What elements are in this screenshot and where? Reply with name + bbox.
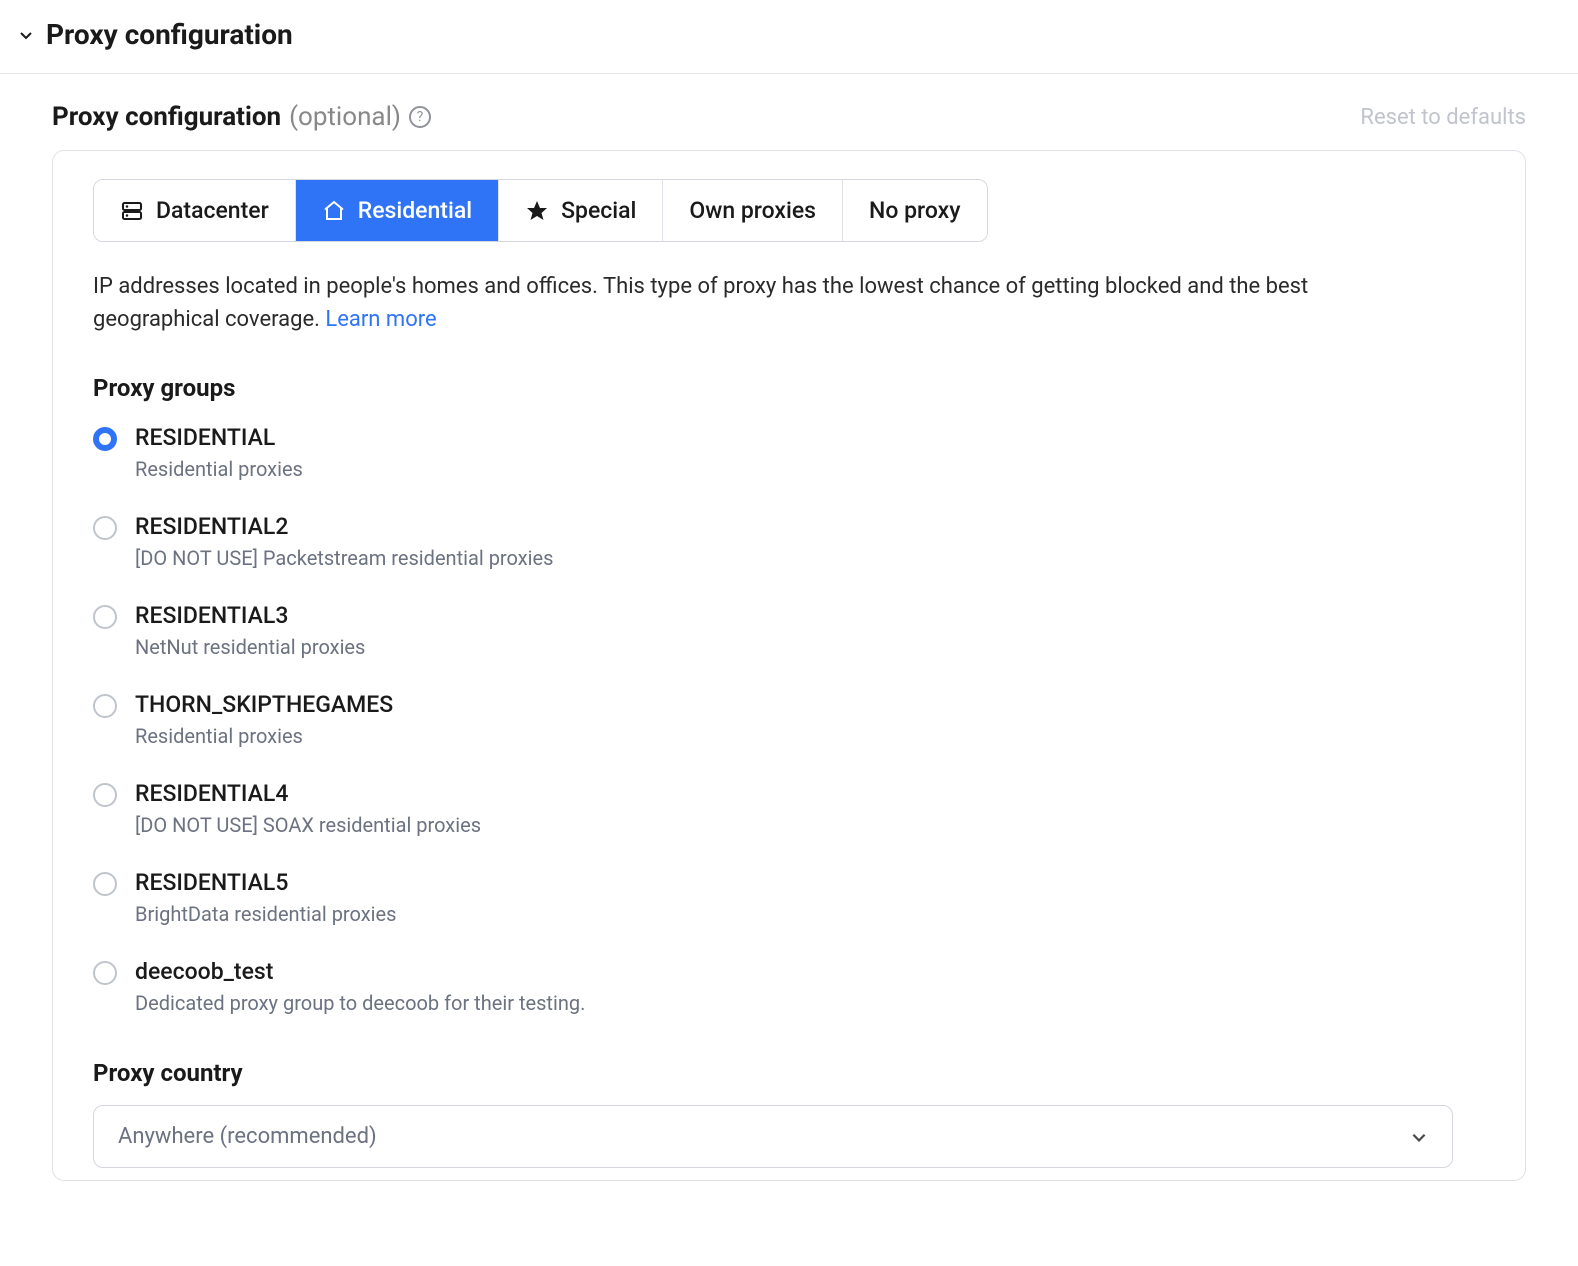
radio-subtitle: Residential proxies	[135, 457, 303, 481]
proxy-groups-heading: Proxy groups	[93, 374, 1485, 402]
radio-subtitle: Dedicated proxy group to deecoob for the…	[135, 991, 585, 1015]
radio-title: RESIDENTIAL3	[135, 602, 365, 629]
tab-label: Special	[561, 197, 636, 224]
star-icon	[525, 199, 549, 223]
chevron-down-icon	[18, 27, 34, 43]
config-optional-label: (optional)	[289, 102, 401, 132]
radio-icon	[93, 516, 117, 540]
config-header: Proxy configuration (optional) ? Reset t…	[52, 102, 1526, 132]
tab-label: Residential	[358, 197, 472, 224]
config-label-row: Proxy configuration (optional) ?	[52, 102, 431, 132]
tab-residential[interactable]: Residential	[296, 180, 499, 241]
tab-datacenter[interactable]: Datacenter	[94, 180, 296, 241]
proxy-group-radio[interactable]: RESIDENTIAL4 [DO NOT USE] SOAX residenti…	[93, 780, 1485, 837]
server-icon	[120, 199, 144, 223]
proxy-group-radio[interactable]: RESIDENTIAL2 [DO NOT USE] Packetstream r…	[93, 513, 1485, 570]
radio-title: RESIDENTIAL2	[135, 513, 553, 540]
radio-subtitle: [DO NOT USE] SOAX residential proxies	[135, 813, 481, 837]
radio-texts: RESIDENTIAL5 BrightData residential prox…	[135, 869, 396, 926]
section-header[interactable]: Proxy configuration	[0, 0, 1578, 74]
radio-texts: THORN_SKIPTHEGAMES Residential proxies	[135, 691, 393, 748]
proxy-country-heading: Proxy country	[93, 1059, 1485, 1087]
proxy-groups-list: RESIDENTIAL Residential proxies RESIDENT…	[93, 424, 1485, 1015]
tab-special[interactable]: Special	[499, 180, 663, 241]
radio-icon	[93, 783, 117, 807]
chevron-down-icon	[1410, 1128, 1428, 1146]
radio-icon	[93, 605, 117, 629]
radio-title: RESIDENTIAL5	[135, 869, 396, 896]
radio-texts: RESIDENTIAL2 [DO NOT USE] Packetstream r…	[135, 513, 553, 570]
proxy-group-radio[interactable]: THORN_SKIPTHEGAMES Residential proxies	[93, 691, 1485, 748]
radio-title: deecoob_test	[135, 958, 585, 985]
select-value: Anywhere (recommended)	[118, 1124, 377, 1149]
radio-subtitle: BrightData residential proxies	[135, 902, 396, 926]
description-text: IP addresses located in people's homes a…	[93, 274, 1308, 332]
radio-subtitle: [DO NOT USE] Packetstream residential pr…	[135, 546, 553, 570]
learn-more-link[interactable]: Learn more	[325, 307, 436, 332]
radio-subtitle: NetNut residential proxies	[135, 635, 365, 659]
radio-title: RESIDENTIAL	[135, 424, 303, 451]
tab-own-proxies[interactable]: Own proxies	[663, 180, 843, 241]
radio-title: RESIDENTIAL4	[135, 780, 481, 807]
tab-label: Own proxies	[689, 197, 816, 224]
radio-texts: RESIDENTIAL Residential proxies	[135, 424, 303, 481]
radio-subtitle: Residential proxies	[135, 724, 393, 748]
radio-icon	[93, 872, 117, 896]
proxy-group-radio[interactable]: RESIDENTIAL5 BrightData residential prox…	[93, 869, 1485, 926]
tab-label: Datacenter	[156, 197, 269, 224]
proxy-type-tabs: Datacenter Residential Special	[93, 179, 988, 242]
proxy-group-radio[interactable]: deecoob_test Dedicated proxy group to de…	[93, 958, 1485, 1015]
config-label: Proxy configuration	[52, 102, 281, 132]
tab-no-proxy[interactable]: No proxy	[843, 180, 987, 241]
config-box: Datacenter Residential Special	[52, 150, 1526, 1181]
radio-texts: RESIDENTIAL4 [DO NOT USE] SOAX residenti…	[135, 780, 481, 837]
reset-to-defaults-link[interactable]: Reset to defaults	[1360, 105, 1526, 130]
help-icon[interactable]: ?	[409, 106, 431, 128]
radio-title: THORN_SKIPTHEGAMES	[135, 691, 393, 718]
radio-texts: RESIDENTIAL3 NetNut residential proxies	[135, 602, 365, 659]
radio-texts: deecoob_test Dedicated proxy group to de…	[135, 958, 585, 1015]
radio-icon	[93, 427, 117, 451]
proxy-group-radio[interactable]: RESIDENTIAL3 NetNut residential proxies	[93, 602, 1485, 659]
proxy-group-radio[interactable]: RESIDENTIAL Residential proxies	[93, 424, 1485, 481]
tab-label: No proxy	[869, 197, 961, 224]
proxy-country-select[interactable]: Anywhere (recommended)	[93, 1105, 1453, 1168]
section-title: Proxy configuration	[46, 18, 293, 51]
config-area: Proxy configuration (optional) ? Reset t…	[0, 74, 1578, 1181]
radio-icon	[93, 694, 117, 718]
radio-icon	[93, 961, 117, 985]
tab-description: IP addresses located in people's homes a…	[93, 270, 1433, 336]
home-icon	[322, 199, 346, 223]
